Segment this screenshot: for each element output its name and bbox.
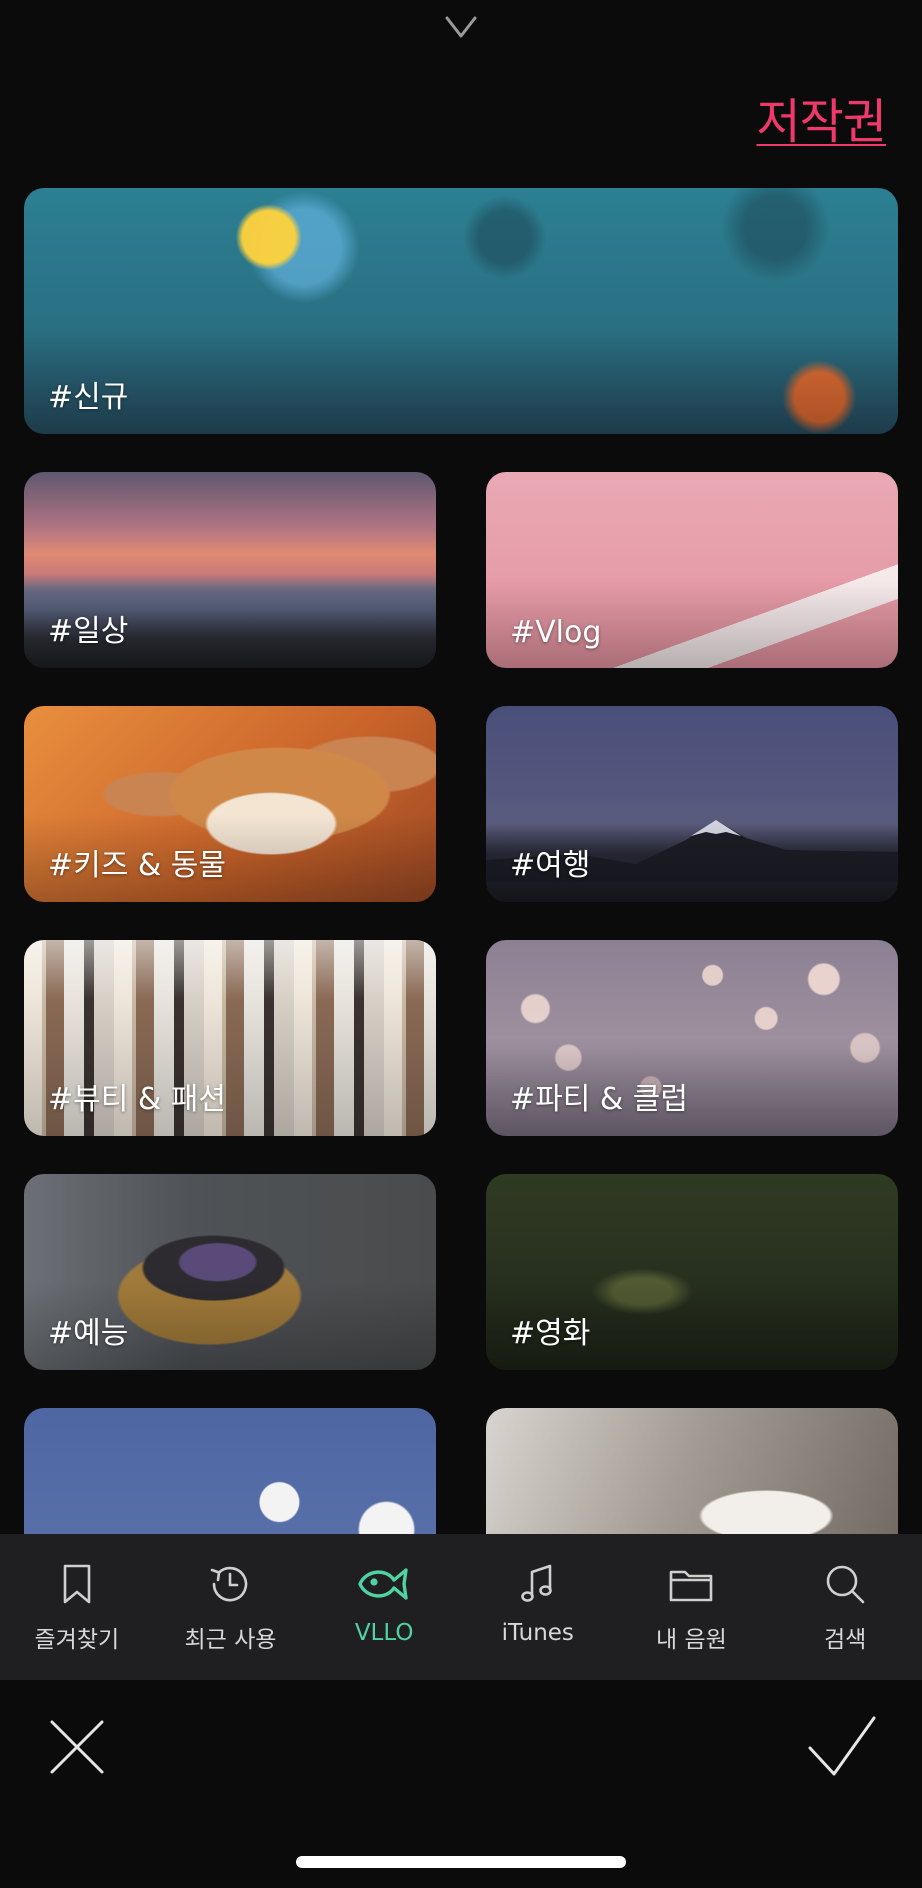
search-icon [826, 1565, 865, 1604]
confirm-button[interactable] [804, 1712, 878, 1778]
bookmark-icon [63, 1564, 91, 1604]
category-card-partial-right[interactable] [486, 1408, 898, 1534]
tab-label: 검색 [823, 1627, 867, 1653]
category-card-kids-animals[interactable]: #키즈 & 동물 [24, 706, 436, 902]
category-card-beauty-fashion[interactable]: #뷰티 & 패션 [24, 940, 436, 1136]
category-label: #키즈 & 동물 [48, 848, 227, 883]
checkmark-icon [808, 1716, 876, 1776]
tab-vllo[interactable]: VLLO [307, 1534, 461, 1680]
category-card-party-club[interactable]: #파티 & 클럽 [486, 940, 898, 1136]
category-label: #영화 [510, 1316, 591, 1351]
cancel-button[interactable] [44, 1714, 110, 1780]
tab-label: VLLO [354, 1620, 414, 1646]
category-card-variety[interactable]: #예능 [24, 1174, 436, 1370]
category-card-daily[interactable]: #일상 [24, 472, 436, 668]
music-note-icon [520, 1564, 552, 1602]
tab-label: 최근 사용 [184, 1627, 277, 1653]
category-card-travel[interactable]: #여행 [486, 706, 898, 902]
category-label: #뷰티 & 패션 [48, 1082, 227, 1117]
chevron-down-icon [445, 16, 477, 38]
vllo-fish-icon [358, 1568, 408, 1600]
category-label: #파티 & 클럽 [510, 1082, 689, 1117]
category-card-vlog[interactable]: #Vlog [486, 472, 898, 668]
category-card-new[interactable]: #신규 [24, 188, 898, 434]
category-grid: #신규 #일상 #Vlog #키즈 & 동물 #여행 #뷰티 & 패션 #파티 … [0, 188, 922, 1534]
home-indicator[interactable] [296, 1856, 626, 1868]
tab-label: iTunes [501, 1620, 574, 1646]
collapse-button[interactable] [436, 10, 486, 44]
copyright-link[interactable]: 저작권 [757, 82, 887, 152]
tab-favorites[interactable]: 즐겨찾기 [0, 1534, 154, 1680]
category-label: #여행 [510, 848, 591, 883]
category-label: #예능 [48, 1316, 129, 1351]
tab-my-music[interactable]: 내 음원 [615, 1534, 769, 1680]
tab-recent[interactable]: 최근 사용 [154, 1534, 308, 1680]
tab-itunes[interactable]: iTunes [461, 1534, 615, 1680]
category-card-partial-left[interactable] [24, 1408, 436, 1534]
source-tab-bar: 즐겨찾기 최근 사용 VLLO iTunes 내 음원 검색 [0, 1534, 922, 1680]
tab-label: 즐겨찾기 [34, 1627, 120, 1653]
tab-label: 내 음원 [656, 1627, 727, 1653]
action-bar [0, 1680, 922, 1888]
category-label: #Vlog [510, 615, 602, 650]
tab-search[interactable]: 검색 [768, 1534, 922, 1680]
close-icon [50, 1720, 104, 1774]
category-label: #신규 [48, 380, 129, 415]
category-card-movie[interactable]: #영화 [486, 1174, 898, 1370]
folder-icon [670, 1570, 713, 1602]
music-picker-screen: 저작권 #신규 #일상 #Vlog #키즈 & 동물 #여행 #뷰티 & 패션 … [0, 0, 922, 1888]
category-label: #일상 [48, 614, 129, 649]
history-icon [211, 1566, 248, 1602]
